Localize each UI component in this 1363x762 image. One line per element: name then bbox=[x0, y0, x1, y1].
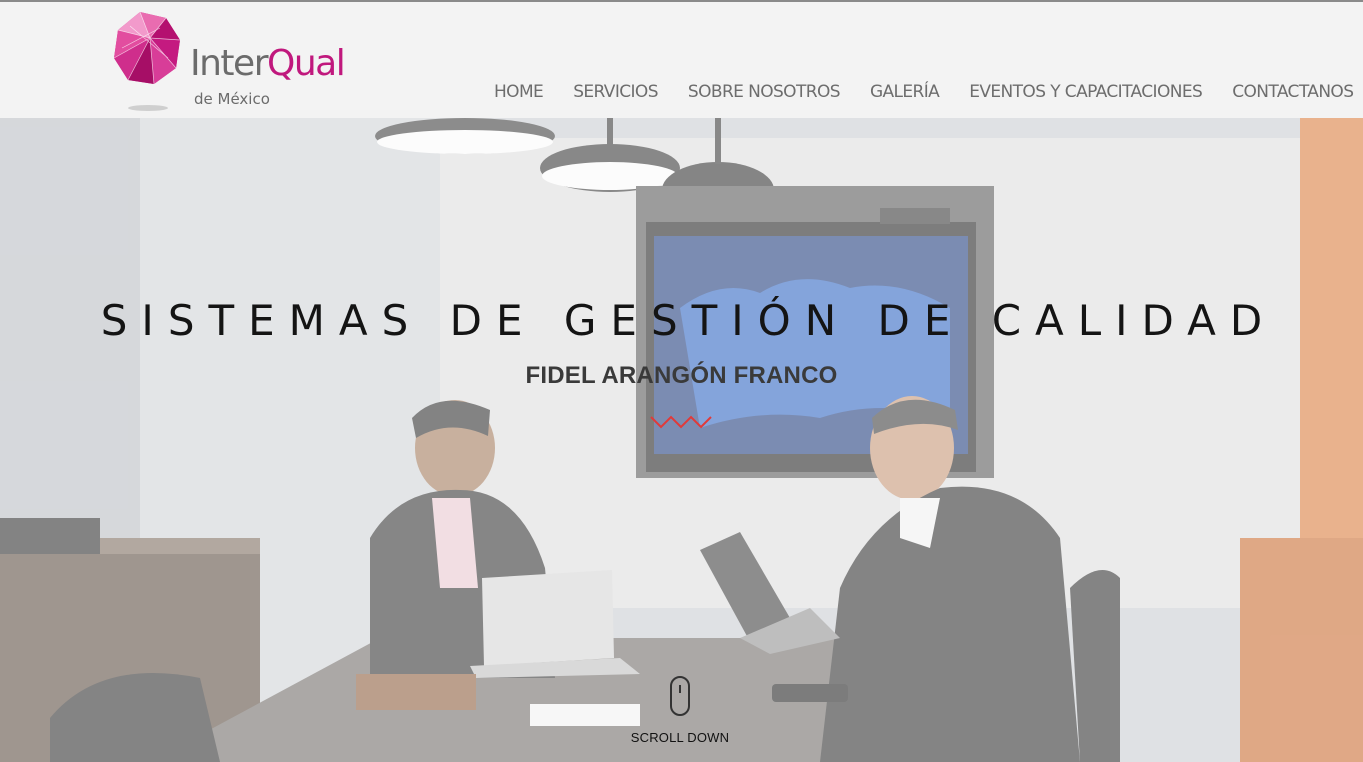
nav-item-home[interactable]: HOME bbox=[494, 78, 544, 106]
nav-item-sobre-nosotros[interactable]: SOBRE NOSOTROS bbox=[688, 78, 841, 106]
logo-subtitle: de México bbox=[194, 90, 270, 108]
logo-icon bbox=[113, 11, 181, 111]
nav-item-eventos[interactable]: EVENTOS Y CAPACITACIONES bbox=[969, 78, 1203, 106]
hero-subtitle: FIDEL ARANGÓN FRANCO bbox=[525, 362, 838, 389]
hero-overlay bbox=[0, 118, 1363, 762]
scroll-down-label: SCROLL DOWN bbox=[630, 730, 730, 745]
scroll-down-button[interactable]: SCROLL DOWN bbox=[620, 676, 740, 745]
mouse-icon bbox=[670, 676, 690, 716]
nav-item-contactanos[interactable]: CONTACTANOS bbox=[1232, 78, 1354, 106]
main-nav: HOME SERVICIOS SOBRE NOSOTROS GALERÍA EV… bbox=[494, 78, 1354, 106]
site-logo[interactable]: InterQual de México bbox=[110, 8, 370, 116]
logo-wordmark: InterQual bbox=[190, 43, 346, 84]
zigzag-divider-icon bbox=[650, 415, 712, 429]
hero-title: SISTEMAS DE GESTIÓN DE CALIDAD bbox=[100, 296, 1277, 346]
hero-section: SISTEMAS DE GESTIÓN DE CALIDAD FIDEL ARA… bbox=[0, 118, 1363, 762]
nav-item-galeria[interactable]: GALERÍA bbox=[870, 78, 940, 106]
nav-item-servicios[interactable]: SERVICIOS bbox=[573, 78, 658, 106]
site-header: InterQual de México HOME SERVICIOS SOBRE… bbox=[0, 0, 1363, 118]
logo-name-part2: Qual bbox=[267, 43, 346, 84]
logo-name-part1: Inter bbox=[190, 43, 269, 84]
